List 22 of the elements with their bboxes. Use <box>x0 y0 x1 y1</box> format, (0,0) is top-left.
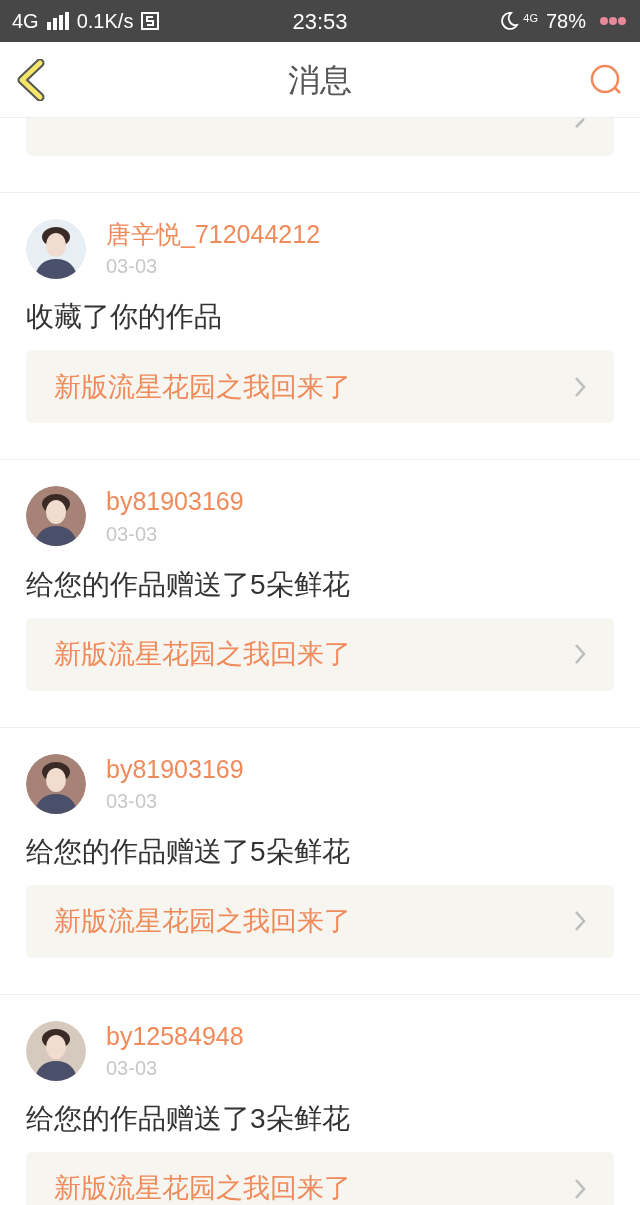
network-label: 4G <box>12 9 39 34</box>
work-link[interactable]: 新版流星花园之我回来了 <box>26 884 614 958</box>
moon-icon <box>499 11 520 31</box>
work-link[interactable]: 新版流星花园之我回来了 <box>26 350 614 424</box>
speed-label: 0.1K/s <box>76 9 134 34</box>
message-text: 收藏了你的作品 <box>26 300 223 335</box>
page-title: 消息 <box>288 60 352 100</box>
work-link[interactable]: 新版流星花园之我回来了 <box>26 617 614 691</box>
work-link[interactable]: 新版流星花园之我回来了 <box>26 1152 614 1205</box>
user-name[interactable]: 唐辛悦_712044212 <box>106 219 321 251</box>
message-text: 给您的作品赠送了5朵鲜花 <box>26 834 351 869</box>
message-text: 给您的作品赠送了5朵鲜花 <box>26 567 351 602</box>
back-icon <box>16 58 46 101</box>
user-name[interactable]: by81903169 <box>106 753 244 785</box>
clock: 23:53 <box>292 7 348 36</box>
square-s-icon <box>141 12 160 30</box>
user-name[interactable]: by81903169 <box>106 486 244 518</box>
battery-label: 78% <box>545 9 586 34</box>
network-label: 4G <box>523 11 538 26</box>
signal-icon <box>46 12 69 30</box>
message-text: 给您的作品赠送了3朵鲜花 <box>26 1102 351 1136</box>
user-name[interactable]: by12584948 <box>106 1020 244 1052</box>
